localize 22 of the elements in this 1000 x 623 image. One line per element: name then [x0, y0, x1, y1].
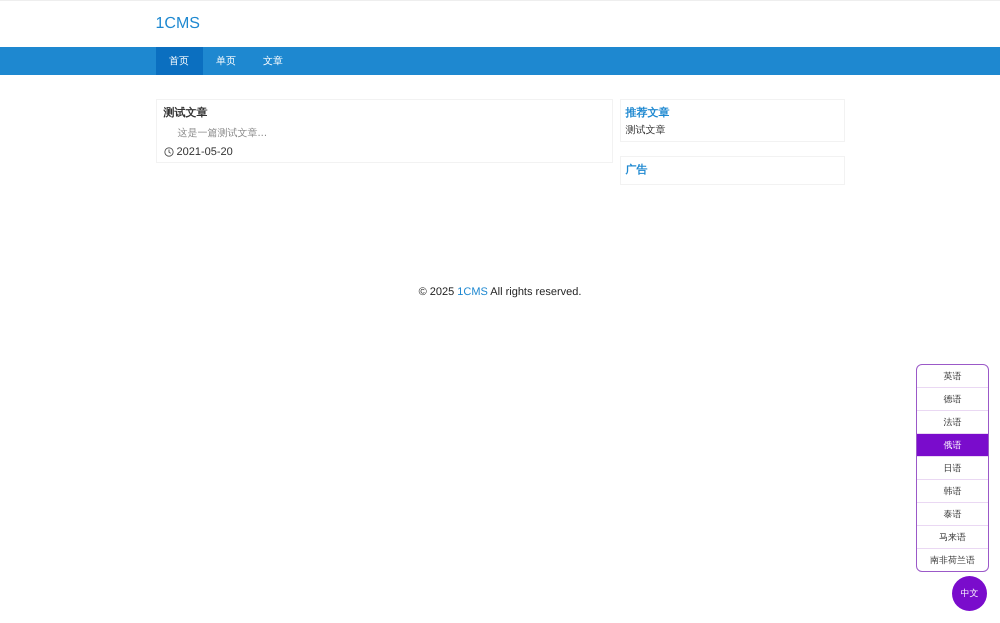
sidebar-link[interactable]: 测试文章	[626, 125, 666, 136]
language-option[interactable]: 泰语	[917, 502, 988, 525]
article-date: 2021-05-20	[176, 146, 233, 158]
nav-link[interactable]: 文章	[250, 47, 296, 75]
panel-title: 广告	[626, 162, 648, 177]
clock-icon	[164, 147, 174, 157]
site-logo[interactable]: 1CMS	[156, 15, 200, 32]
language-button[interactable]: 中文	[952, 576, 987, 611]
copyright-text: © 2025 1CMS All rights reserved.	[418, 286, 582, 298]
nav-link[interactable]: 单页	[202, 47, 250, 75]
language-option[interactable]: 俄语	[917, 433, 988, 456]
language-option[interactable]: 英语	[917, 365, 988, 387]
language-option[interactable]: 日语	[917, 456, 988, 479]
language-option[interactable]: 南非荷兰语	[917, 548, 988, 571]
language-option[interactable]: 马来语	[917, 525, 988, 548]
nav-link[interactable]: 首页	[156, 47, 202, 75]
article-title[interactable]: 测试文章	[164, 105, 604, 120]
footer-link[interactable]: 1CMS	[457, 286, 488, 298]
language-option[interactable]: 韩语	[917, 479, 988, 502]
article-summary: 这是一篇测试文章...	[178, 126, 268, 140]
panel-title: 推荐文章	[626, 105, 670, 120]
language-option[interactable]: 德语	[917, 387, 988, 410]
